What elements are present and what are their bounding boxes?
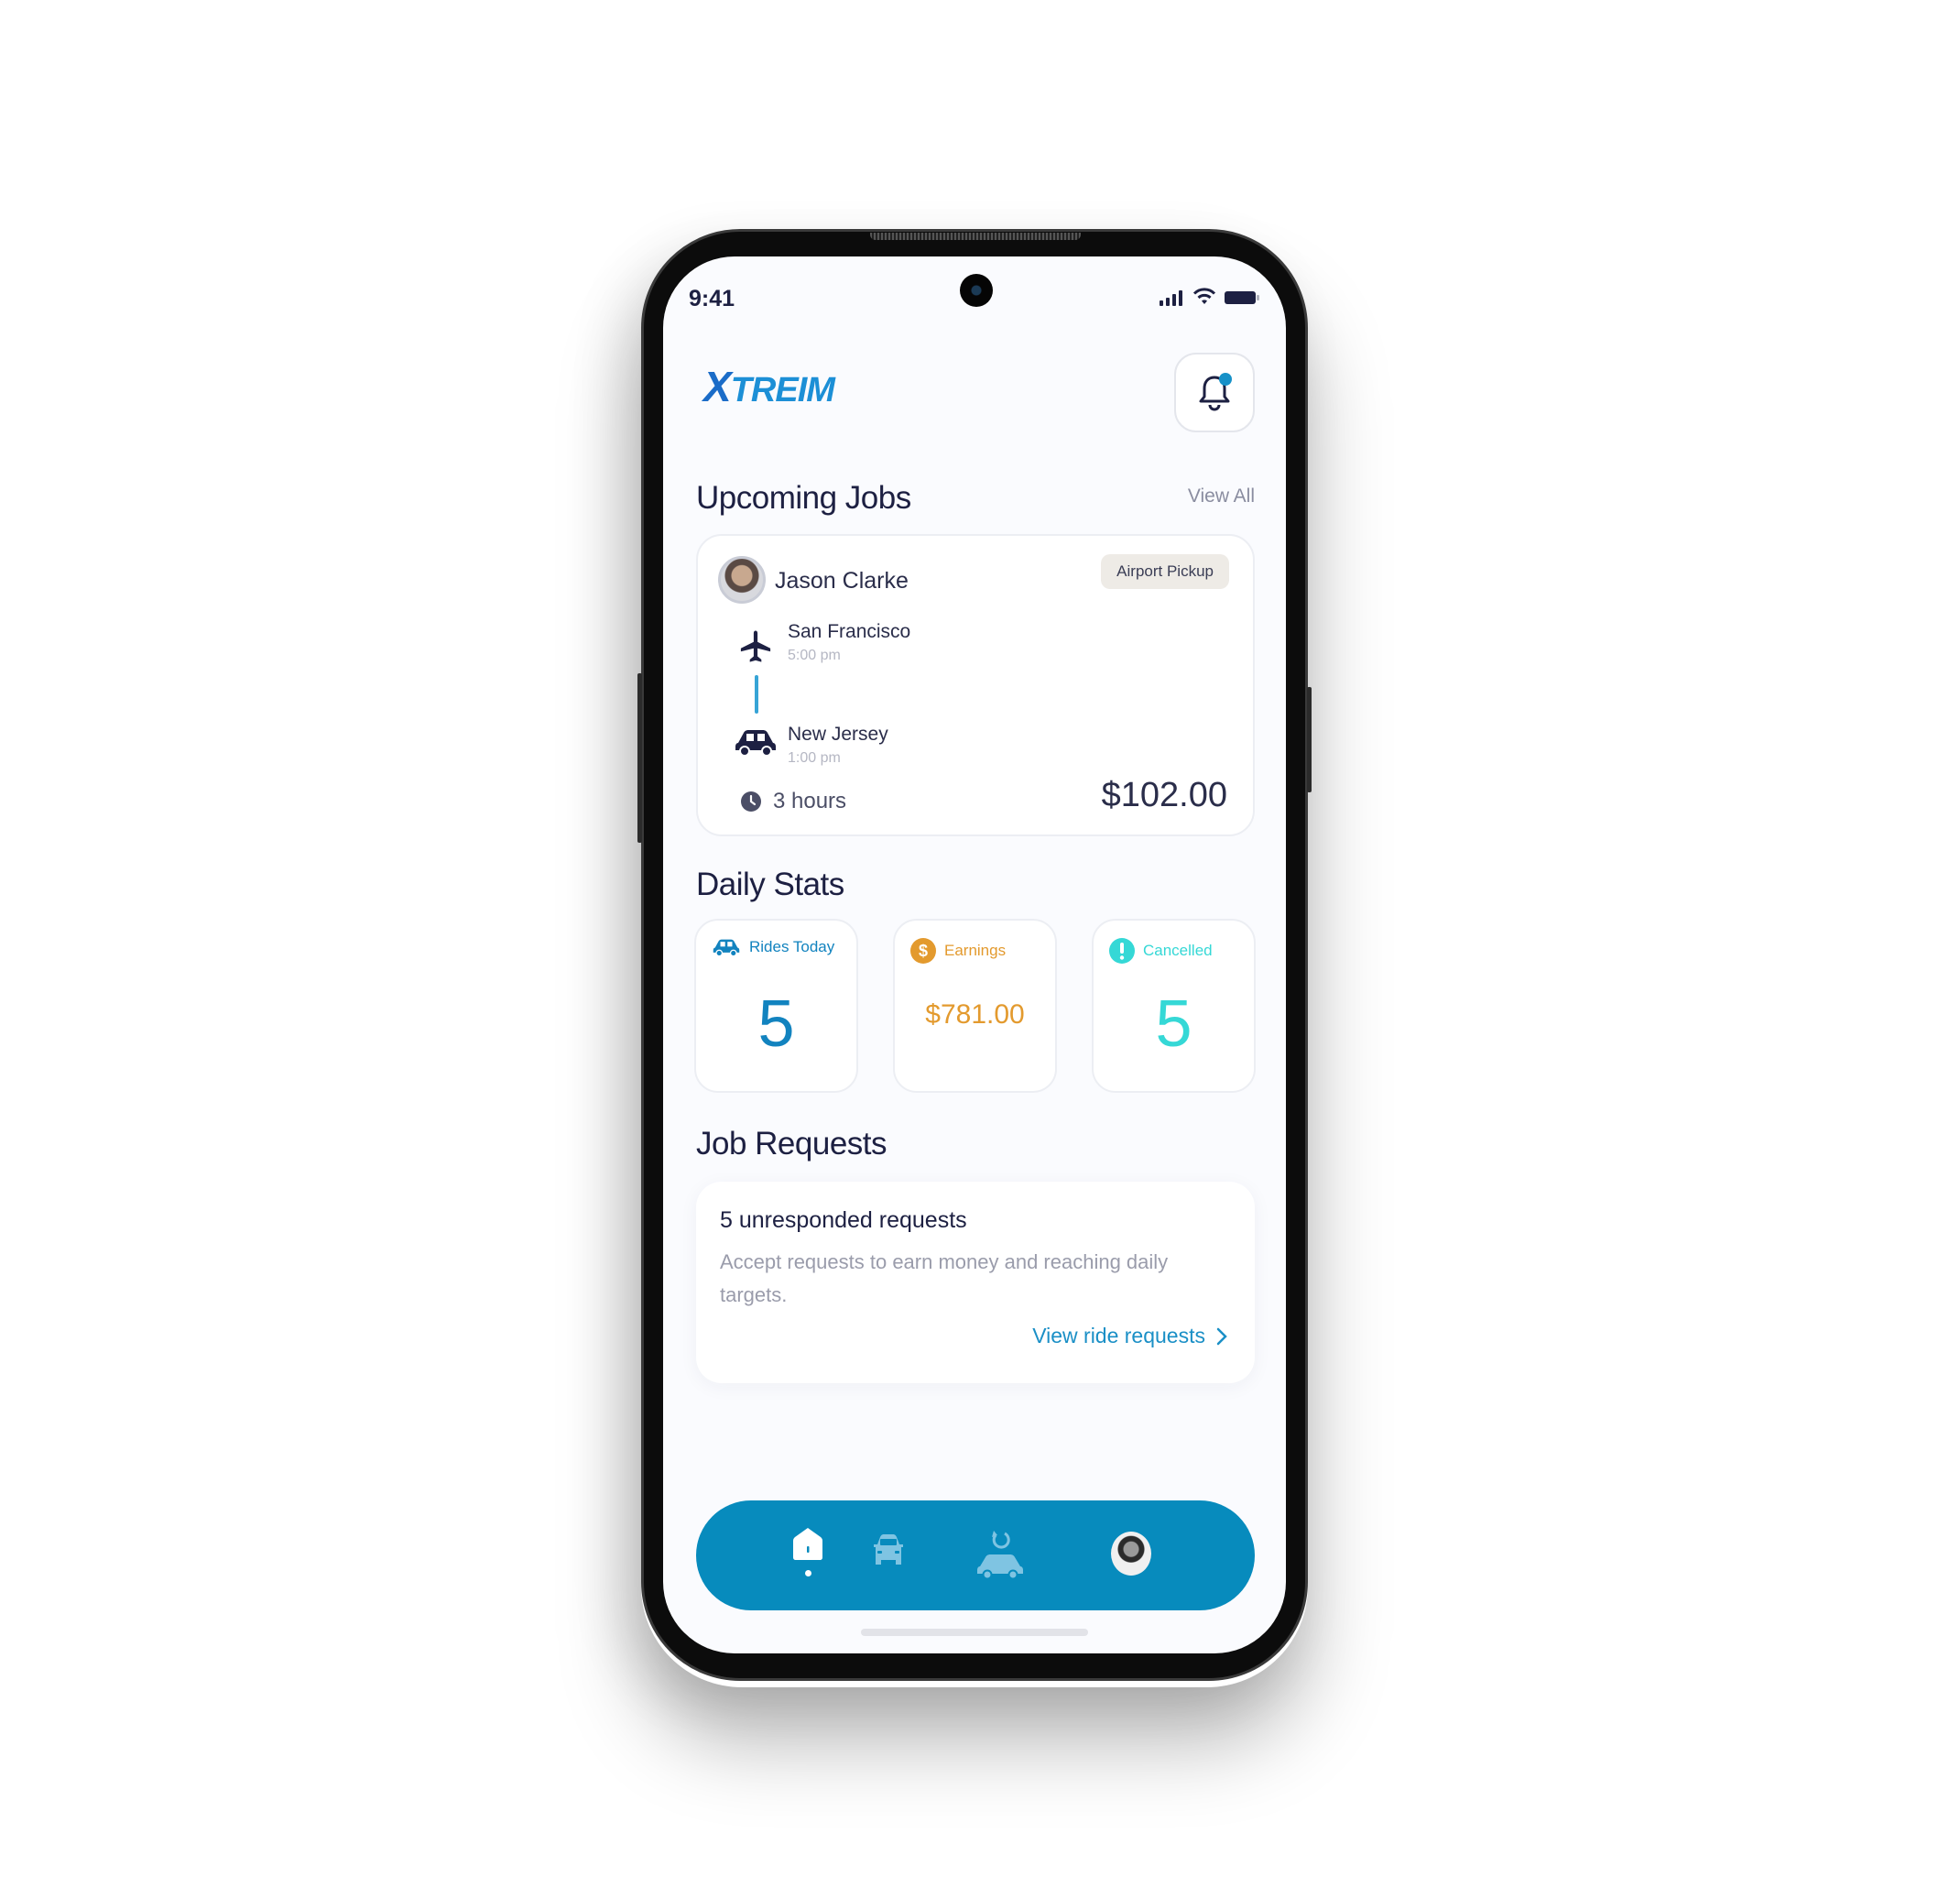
signal-icon — [1160, 290, 1182, 306]
nav-rides-button[interactable] — [861, 1533, 916, 1592]
status-time: 9:41 — [689, 286, 735, 311]
nav-home[interactable] — [780, 1526, 835, 1585]
requests-description: Accept requests to earn money and reachi… — [720, 1250, 1169, 1306]
notifications-button[interactable] — [1174, 353, 1255, 432]
stat-value: $781.00 — [925, 999, 1025, 1030]
active-indicator — [804, 1570, 811, 1576]
daily-stats-title: Daily Stats — [696, 867, 844, 902]
dollar-coin-icon: $ — [910, 938, 936, 964]
job-type-badge: Airport Pickup — [1101, 554, 1229, 589]
stat-label: Rides Today — [749, 938, 835, 955]
chevron-right-icon — [1216, 1327, 1227, 1345]
stat-card-earnings[interactable]: $ Earnings $781.00 — [893, 919, 1057, 1093]
job-requests-card: 5 unresponded requests Accept requests t… — [696, 1182, 1255, 1383]
dropoff-location: New Jersey — [788, 724, 888, 745]
view-ride-requests-link[interactable]: View ride requests — [1032, 1324, 1227, 1348]
app-logo: XTREIM — [703, 363, 835, 410]
home-indicator — [861, 1629, 1088, 1636]
stat-value: 5 — [757, 987, 795, 1061]
app-screen: 9:41 XTREIM Upcoming Jobs View All Jason… — [663, 256, 1286, 1653]
requests-heading: 5 unresponded requests — [720, 1207, 967, 1233]
job-price: $102.00 — [1101, 776, 1227, 814]
pickup-time: 5:00 pm — [788, 648, 841, 663]
alert-icon — [1109, 938, 1135, 964]
front-camera — [960, 274, 993, 307]
status-icons — [1160, 288, 1260, 306]
stat-label: Cancelled — [1143, 942, 1213, 959]
nav-ride-history[interactable] — [973, 1528, 1028, 1587]
customer-avatar — [718, 556, 766, 604]
car-front-icon — [874, 1534, 903, 1565]
job-requests-title: Job Requests — [696, 1126, 887, 1162]
airplane-icon — [740, 630, 771, 662]
stat-value: 5 — [1155, 987, 1192, 1061]
power-button — [1307, 687, 1312, 792]
upcoming-job-card[interactable]: Jason Clarke Airport Pickup San Francisc… — [696, 534, 1255, 836]
clock-icon — [741, 791, 761, 812]
notification-badge — [1219, 373, 1232, 386]
customer-name: Jason Clarke — [775, 568, 909, 594]
volume-button — [637, 673, 642, 843]
route-connector — [755, 675, 758, 714]
nav-profile[interactable] — [1104, 1526, 1159, 1585]
phone-speaker — [870, 233, 1081, 240]
svg-text:$: $ — [919, 942, 928, 960]
car-icon — [735, 730, 776, 757]
link-label: View ride requests — [1032, 1324, 1205, 1347]
wifi-icon — [1192, 288, 1216, 304]
dropoff-time: 1:00 pm — [788, 750, 841, 766]
battery-icon — [1225, 291, 1259, 304]
view-all-link[interactable]: View All — [1188, 485, 1255, 507]
car-icon — [713, 939, 740, 957]
car-return-icon — [977, 1531, 1023, 1579]
stat-label: Earnings — [944, 942, 1007, 959]
stat-card-rides-today[interactable]: Rides Today 5 — [694, 919, 858, 1093]
home-icon — [793, 1528, 822, 1560]
bottom-navigation — [696, 1500, 1255, 1610]
stat-card-cancelled[interactable]: Cancelled 5 — [1092, 919, 1256, 1093]
job-duration: 3 hours — [773, 789, 847, 813]
profile-avatar — [1111, 1532, 1151, 1576]
pickup-location: San Francisco — [788, 621, 911, 642]
upcoming-jobs-title: Upcoming Jobs — [696, 480, 911, 516]
